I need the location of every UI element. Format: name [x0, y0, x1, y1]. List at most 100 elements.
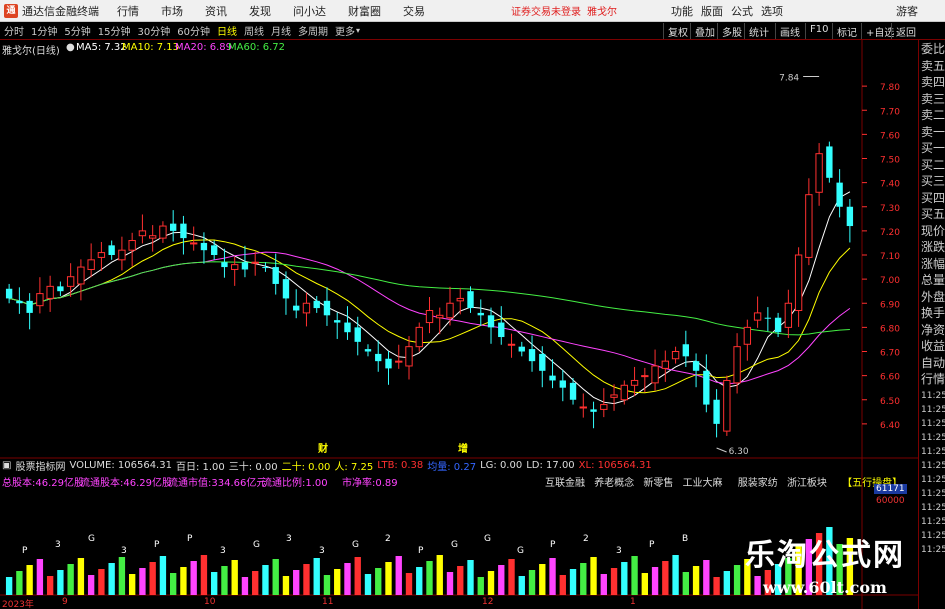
period-tab-monthly[interactable]: 月线 [268, 23, 294, 38]
draw-line-button[interactable]: 画线 [775, 23, 804, 39]
candle-body-down [26, 300, 33, 313]
candle-body-down [518, 346, 525, 352]
concept-tag[interactable]: 工业大麻 [683, 478, 723, 489]
volume-bar [631, 556, 638, 595]
quote-panel-item: 11:25 [921, 460, 945, 471]
volume-bar [641, 573, 648, 595]
candle-body-down [354, 327, 361, 342]
candle-body-up [159, 225, 167, 239]
volume-signal-letter: P [154, 540, 160, 550]
concept-tag[interactable]: 浙江板块 [787, 478, 827, 489]
overlay-button[interactable]: 叠加 [690, 23, 719, 39]
statistics-button[interactable]: 统计 [744, 23, 773, 39]
volume-bar [118, 557, 126, 595]
volume-bar [498, 565, 505, 595]
menu-item-market[interactable]: 行情 [117, 3, 139, 19]
volume-bar [211, 572, 218, 595]
volume-signal-letter: P [22, 546, 28, 556]
concept-tag[interactable]: 互联金融 [545, 478, 585, 489]
back-button[interactable]: 返回 [891, 23, 920, 39]
volume-bar [692, 566, 700, 595]
period-tab-30min[interactable]: 30分钟 [134, 23, 173, 38]
period-tab-weekly[interactable]: 周线 [241, 23, 267, 38]
period-tab-60min[interactable]: 60分钟 [174, 23, 213, 38]
candle-body-down [528, 349, 536, 362]
volume-label-100d: 百日: 1.00 [175, 461, 225, 473]
quote-panel-item: 卖一 [921, 124, 945, 139]
candle-body-up [784, 302, 793, 328]
menu-formula[interactable]: 公式 [731, 3, 753, 19]
volume-bar [590, 557, 597, 595]
menu-item-news[interactable]: 资讯 [205, 3, 227, 19]
concept-tag[interactable]: 养老概念 [594, 478, 634, 489]
adjust-button[interactable]: 复权 [663, 23, 692, 39]
menu-layout[interactable]: 版面 [701, 3, 723, 19]
candle-body-up [600, 404, 608, 410]
volume-bar [231, 560, 238, 595]
period-tab-15min[interactable]: 15分钟 [95, 23, 134, 38]
period-tab-timeshare[interactable]: 分时 [1, 23, 27, 38]
candle-body-down [713, 399, 720, 424]
candle-body-up [805, 194, 813, 258]
volume-bar [385, 562, 392, 595]
concept-tag[interactable]: 新零售 [643, 478, 673, 489]
indicator-name[interactable]: 股票指标网 [15, 458, 65, 473]
price-axis-label: 7.80 [880, 83, 900, 93]
volume-bar [139, 568, 146, 595]
quote-panel-item: 卖三 [921, 91, 945, 106]
menu-item-markets[interactable]: 市场 [161, 3, 183, 19]
login-alert[interactable]: 证券交易未登录 [511, 3, 581, 18]
menu-function[interactable]: 功能 [671, 3, 693, 19]
price-axis-label: 6.50 [880, 397, 900, 407]
candle-body-down [323, 300, 331, 316]
chevron-down-icon[interactable]: ▾ [356, 26, 360, 35]
quote-panel-item: 卖二 [921, 108, 945, 122]
mark-button[interactable]: 标记 [832, 23, 861, 39]
indicator-header: ▣ 股票指标网 VOLUME: 106564.31 百日: 1.00 三十: 0… [0, 458, 870, 473]
guest-user[interactable]: 游客 [896, 3, 918, 19]
volume-label-person: 人: 7.25 [334, 461, 374, 473]
candle-body-down [467, 291, 474, 309]
price-axis-label: 7.50 [880, 156, 900, 166]
period-tab-1min[interactable]: 1分钟 [28, 23, 60, 38]
app-title: 通达信金融终端 [22, 4, 99, 18]
float-ratio: 流通比例:1.00 [262, 478, 328, 489]
period-tab-5min[interactable]: 5分钟 [61, 23, 93, 38]
f10-button[interactable]: F10 [805, 23, 832, 39]
candle-body-up [415, 326, 423, 348]
period-tab-more[interactable]: 更多 [332, 23, 358, 38]
menu-item-trade[interactable]: 交易 [403, 3, 425, 19]
menu-item-ask[interactable]: 问小达 [293, 3, 326, 19]
volume-signal-letter: G [484, 534, 491, 544]
concept-tag[interactable]: 服装家纺 [738, 478, 778, 489]
volume-bar [252, 571, 259, 595]
volume-bar [98, 569, 105, 595]
volume-bar [405, 573, 413, 595]
watermark-url: www.60lt.com [763, 578, 887, 597]
candle-body-down [375, 353, 382, 362]
volume-axis-max: 61171 [874, 484, 907, 494]
kline-chart[interactable]: 7.80 7.70 7.60 7.50 7.40 7.30 7.20 7.10 7.00 6.90… [0, 40, 918, 609]
date-label-sep: 9 [62, 597, 68, 607]
menu-item-wealth[interactable]: 财富圈 [348, 3, 381, 19]
quote-panel-item: 涨幅 [921, 256, 945, 271]
volume-bar [580, 563, 587, 595]
menu-options[interactable]: 选项 [761, 3, 783, 19]
volume-signal-letter: 3 [286, 534, 292, 544]
period-tab-multi[interactable]: 多周期 [295, 23, 331, 38]
period-tab-daily[interactable]: 日线 [214, 23, 240, 38]
menu-item-discover[interactable]: 发现 [249, 3, 271, 19]
volume-bar [549, 558, 556, 595]
candle-body-down [16, 300, 23, 304]
quote-panel-item: 卖四 [921, 75, 945, 89]
candle-body-up [436, 314, 444, 319]
indicator-menu-icon[interactable]: ▣ [2, 460, 11, 471]
candle-body-down [692, 361, 700, 371]
candle-body-down [364, 349, 372, 352]
date-label-oct: 10 [204, 597, 216, 607]
date-label-jan: 1 [630, 597, 636, 607]
volume-label-xl: XL: 106564.31 [578, 459, 652, 471]
candle-body-up [815, 153, 823, 193]
multi-stock-button[interactable]: 多股 [717, 23, 746, 39]
price-axis: 7.80 7.70 7.60 7.50 7.40 7.30 7.20 7.10 7.00 6.90… [862, 83, 900, 431]
